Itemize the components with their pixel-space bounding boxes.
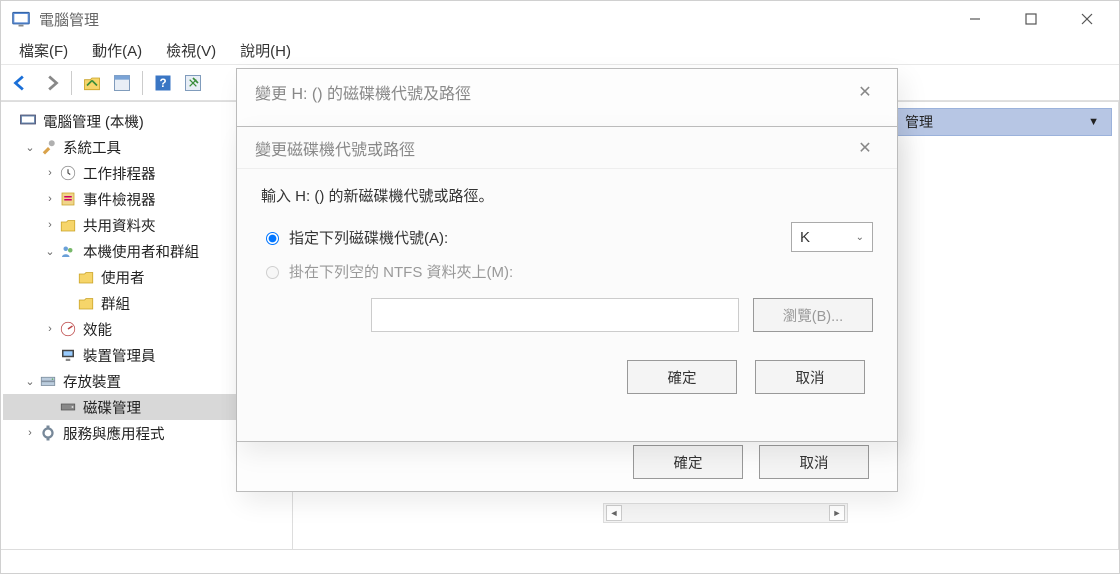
menubar: 檔案(F) 動作(A) 檢視(V) 說明(H) — [1, 37, 1119, 65]
shared-folder-icon — [59, 216, 77, 234]
dialog1-close-button[interactable]: ✕ — [851, 78, 879, 106]
properties-button[interactable] — [108, 69, 136, 97]
menu-action[interactable]: 動作(A) — [80, 38, 154, 63]
chevron-down-icon: ▼ — [1088, 116, 1099, 128]
refresh-view-button[interactable] — [179, 69, 207, 97]
svg-text:?: ? — [159, 77, 166, 90]
option-mount-row: 掛在下列空的 NTFS 資料夾上(M): — [261, 254, 873, 288]
expand-icon[interactable]: › — [43, 219, 57, 231]
statusbar — [1, 549, 1119, 573]
forward-button[interactable] — [37, 69, 65, 97]
tree-label: 使用者 — [101, 267, 145, 288]
services-icon — [39, 424, 57, 442]
toolbar-separator-2 — [142, 71, 143, 95]
dialog2-close-button[interactable]: ✕ — [851, 134, 879, 162]
titlebar: 電腦管理 — [1, 1, 1119, 37]
folder-icon — [77, 268, 95, 286]
dialog2-cancel-button[interactable]: 取消 — [755, 360, 865, 394]
event-icon — [59, 190, 77, 208]
mount-path-input[interactable] — [371, 298, 739, 332]
expand-icon[interactable]: › — [43, 167, 57, 179]
toolbar-separator — [71, 71, 72, 95]
close-button[interactable] — [1059, 1, 1115, 37]
browse-button[interactable]: 瀏覽(B)... — [753, 298, 873, 332]
expand-icon[interactable]: › — [23, 427, 37, 439]
dialog1-cancel-button[interactable]: 取消 — [759, 445, 869, 479]
tree-label: 磁碟管理 — [83, 397, 141, 418]
dialog1-ok-button[interactable]: 確定 — [633, 445, 743, 479]
back-button[interactable] — [7, 69, 35, 97]
perf-icon — [59, 320, 77, 338]
collapse-icon[interactable]: ⌄ — [23, 141, 37, 154]
option-mount-label: 掛在下列空的 NTFS 資料夾上(M): — [289, 261, 873, 282]
option-assign-letter-row: 指定下列磁碟機代號(A): K ⌄ — [261, 220, 873, 254]
tree-label: 工作排程器 — [83, 163, 156, 184]
dialog1-titlebar: 變更 H: () 的磁碟機代號及路徑 ✕ — [237, 69, 897, 115]
tree-label: 事件檢視器 — [83, 189, 156, 210]
horizontal-scrollbar[interactable]: ◄ ► — [603, 503, 848, 523]
tree-label: 群組 — [101, 293, 130, 314]
computer-icon — [19, 112, 37, 130]
up-folder-button[interactable] — [78, 69, 106, 97]
scroll-left-button[interactable]: ◄ — [606, 505, 622, 521]
clock-icon — [59, 164, 77, 182]
storage-icon — [39, 372, 57, 390]
window-controls — [947, 1, 1115, 37]
actions-header[interactable]: 管理 ▼ — [892, 108, 1112, 136]
dialog2-buttons: 確定 取消 — [261, 338, 873, 394]
tree-label: 裝置管理員 — [83, 345, 156, 366]
dialog2-ok-button[interactable]: 確定 — [627, 360, 737, 394]
tools-icon — [39, 138, 57, 156]
chevron-down-icon: ⌄ — [856, 232, 864, 243]
actions-panel: 管理 ▼ — [892, 108, 1112, 136]
drive-letter-value: K — [800, 229, 810, 246]
tree-label: 系統工具 — [63, 137, 121, 158]
dialog2-title: 變更磁碟機代號或路徑 — [255, 136, 415, 160]
tree-label: 效能 — [83, 319, 112, 340]
tree-label: 電腦管理 (本機) — [43, 111, 144, 132]
window-title: 電腦管理 — [39, 9, 947, 30]
collapse-icon[interactable]: ⌄ — [23, 375, 37, 388]
collapse-icon[interactable]: ⌄ — [43, 245, 57, 258]
expand-icon[interactable]: › — [43, 323, 57, 335]
menu-help[interactable]: 說明(H) — [228, 38, 303, 63]
folder-icon — [77, 294, 95, 312]
tree-label: 本機使用者和群組 — [83, 241, 199, 262]
mount-path-row: 瀏覽(B)... — [371, 298, 873, 332]
change-letter-or-path-dialog: 變更磁碟機代號或路徑 ✕ 輸入 H: () 的新磁碟機代號或路徑。 指定下列磁碟… — [236, 126, 898, 442]
dialog2-content: 輸入 H: () 的新磁碟機代號或路徑。 指定下列磁碟機代號(A): K ⌄ 掛… — [237, 169, 897, 404]
disk-icon — [59, 398, 77, 416]
drive-letter-select[interactable]: K ⌄ — [791, 222, 873, 252]
option-mount-radio[interactable] — [266, 266, 279, 279]
maximize-button[interactable] — [1003, 1, 1059, 37]
app-icon — [11, 9, 31, 29]
option-assign-letter-radio[interactable] — [266, 232, 279, 245]
option-assign-letter-label: 指定下列磁碟機代號(A): — [289, 227, 791, 248]
expand-icon[interactable]: › — [43, 193, 57, 205]
menu-view[interactable]: 檢視(V) — [154, 38, 228, 63]
users-icon — [59, 242, 77, 260]
tree-label: 共用資料夾 — [83, 215, 156, 236]
dialog2-titlebar: 變更磁碟機代號或路徑 ✕ — [237, 127, 897, 169]
dialog1-title: 變更 H: () 的磁碟機代號及路徑 — [255, 80, 471, 104]
dialog1-buttons: 確定 取消 — [237, 445, 897, 479]
tree-label: 存放裝置 — [63, 371, 121, 392]
minimize-button[interactable] — [947, 1, 1003, 37]
dialog2-prompt: 輸入 H: () 的新磁碟機代號或路徑。 — [261, 185, 873, 206]
actions-title: 管理 — [905, 112, 933, 132]
scroll-right-button[interactable]: ► — [829, 505, 845, 521]
help-button[interactable]: ? — [149, 69, 177, 97]
menu-file[interactable]: 檔案(F) — [7, 38, 80, 63]
tree-label: 服務與應用程式 — [63, 423, 165, 444]
device-icon — [59, 346, 77, 364]
